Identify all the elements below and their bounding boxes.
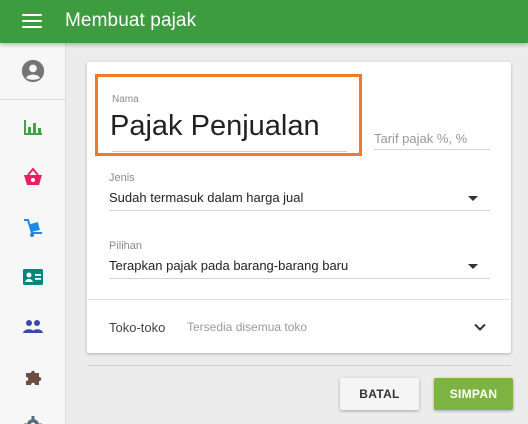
account-icon[interactable]	[21, 59, 45, 83]
chevron-down-icon	[474, 323, 486, 331]
bar-chart-icon	[24, 120, 42, 135]
stores-value: Tersedia disemua toko	[187, 320, 308, 334]
sidebar-item-items[interactable]	[21, 165, 45, 189]
puzzle-piece-icon	[26, 370, 42, 385]
dropdown-arrow-icon	[468, 264, 478, 269]
tax-rate-underline	[374, 149, 490, 150]
tax-name-underline	[112, 151, 347, 152]
sidebar	[0, 43, 66, 424]
tax-name-label: Nama	[112, 94, 139, 105]
gear-icon	[24, 416, 42, 424]
stores-label: Toko-toko	[109, 320, 166, 335]
sidebar-item-integrations[interactable]	[21, 366, 45, 390]
tax-type-select[interactable]: Sudah termasuk dalam harga jual	[109, 188, 490, 211]
save-button[interactable]: SIMPAN	[434, 378, 513, 410]
tax-type-value: Sudah termasuk dalam harga jual	[109, 190, 304, 205]
basket-icon	[24, 167, 42, 185]
tax-name-field[interactable]: Nama	[95, 74, 362, 156]
dropdown-arrow-icon	[468, 196, 478, 201]
tax-option-label: Pilihan	[109, 240, 143, 252]
tax-type-label: Jenis	[109, 172, 135, 184]
app-bar: Membuat pajak	[0, 0, 528, 43]
tax-name-input[interactable]	[110, 110, 346, 143]
tax-option-underline	[109, 278, 490, 279]
sidebar-item-settings[interactable]	[21, 413, 45, 424]
footer-divider	[87, 365, 511, 366]
tax-option-select[interactable]: Terapkan pajak pada barang-barang baru	[109, 256, 490, 279]
hand-truck-icon	[24, 219, 42, 237]
people-icon	[23, 320, 43, 333]
id-card-icon	[23, 269, 43, 285]
sidebar-item-inventory[interactable]	[21, 216, 45, 240]
sidebar-item-customers[interactable]	[21, 315, 45, 339]
sidebar-item-employees[interactable]	[21, 265, 45, 289]
tax-type-underline	[109, 210, 490, 211]
cancel-button[interactable]: BATAL	[340, 378, 419, 410]
menu-icon[interactable]	[22, 14, 42, 30]
stores-expander[interactable]: Toko-toko Tersedia disemua toko	[88, 300, 510, 352]
page-title: Membuat pajak	[65, 10, 197, 31]
tax-rate-input[interactable]	[374, 131, 490, 146]
sidebar-item-reports[interactable]	[21, 115, 45, 139]
tax-option-value: Terapkan pajak pada barang-barang baru	[109, 258, 349, 273]
